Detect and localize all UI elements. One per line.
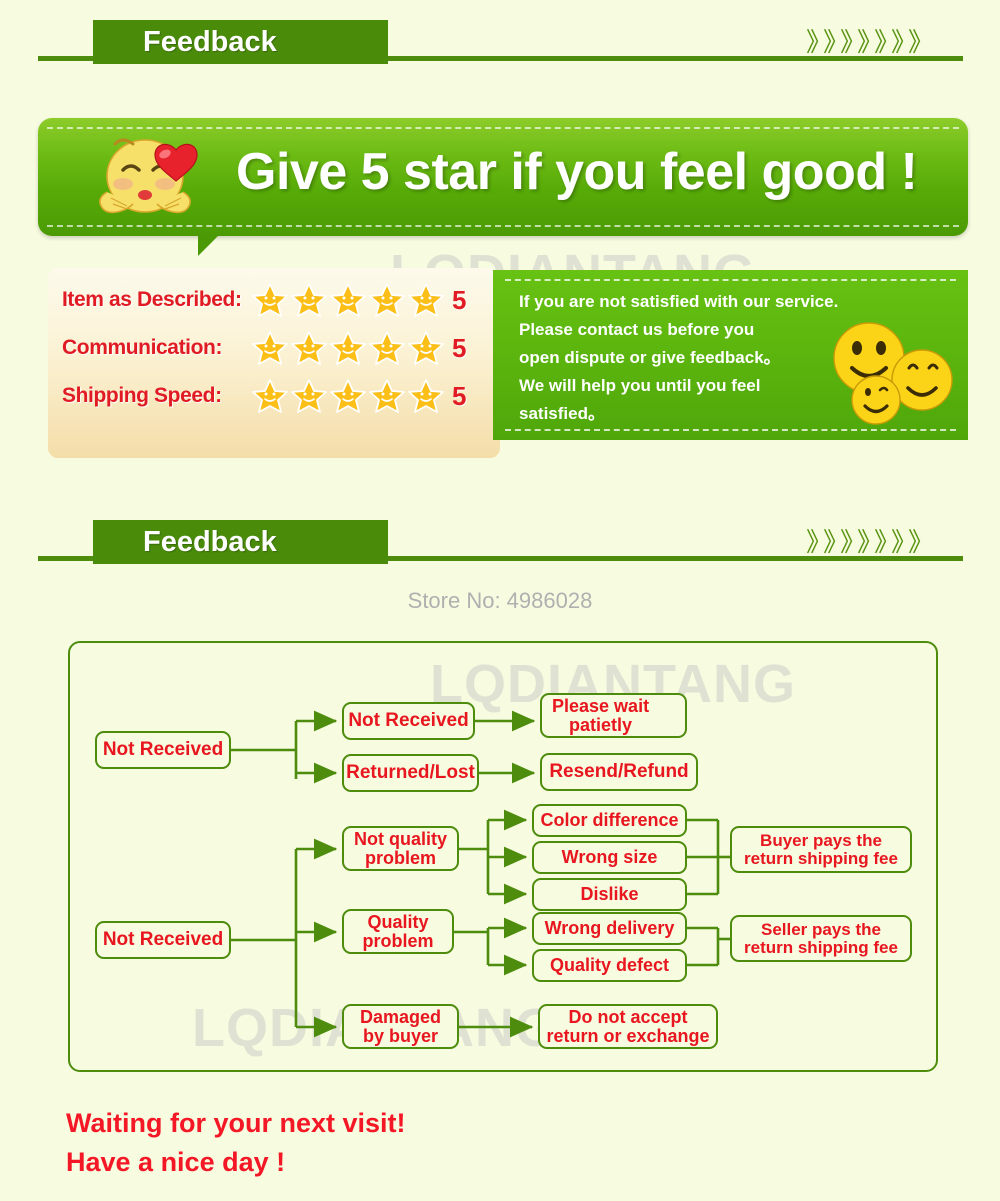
rating-score: 5 [452,380,467,411]
rating-row: Item as Described: 5 [62,276,492,324]
service-message-text: If you are not satisfied with our servic… [519,288,849,428]
flow-node: Returned/Lost [342,754,479,792]
smiling-star-icon [369,331,405,365]
feedback-tab-top[interactable]: Feedback [93,20,388,64]
flow-node: Not Received [95,731,231,769]
banner-speech-tail [198,234,220,256]
feedback-page: LQDIANTANG LQDIANTANG LQDIANTANG Feedbac… [0,0,1000,1201]
service-line: Please contact us before you [519,320,755,339]
banner-headline: Give 5 star if you feel good ! [236,143,918,201]
feedback-header-bottom: Feedback 》》》》》》》 [0,500,1000,564]
return-policy-flowchart: Not Received Not Received Returned/Lost … [68,641,938,1072]
three-smiley-faces-icon [833,322,953,425]
smiling-star-icon [330,331,366,365]
service-line: We will help you until you feel [519,376,761,395]
feedback-tab-label: Feedback [143,525,277,558]
service-line: open dispute or give feedback。 [519,348,781,367]
smiling-star-icon [252,379,288,413]
smiling-star-icon [408,283,444,317]
star-rating [252,378,444,414]
service-line: If you are not satisfied with our servic… [519,292,839,311]
flow-node: Buyer pays the return shipping fee [730,826,912,873]
rating-score: 5 [452,284,467,315]
smiling-star-icon [252,331,288,365]
smiling-star-icon [291,379,327,413]
flow-node: Wrong size [532,841,687,874]
rating-summary-panel: Item as Described: 5 Communication: 5 Sh… [48,268,500,458]
flow-node: Not Received [95,921,231,959]
smiling-star-icon [252,283,288,317]
star-rating [252,330,444,366]
feedback-header-top: Feedback 》》》》》》》 [0,0,1000,64]
closing-line-1: Waiting for your next visit! [66,1108,406,1138]
flow-node: Seller pays the return shipping fee [730,915,912,962]
closing-message: Waiting for your next visit! Have a nice… [66,1104,406,1182]
flow-node: Damaged by buyer [342,1004,459,1049]
rating-row: Shipping Speed: 5 [62,372,492,420]
flow-node: Wrong delivery [532,912,687,945]
flow-node: Please wait patietly [540,693,687,738]
star-rating [252,282,444,318]
closing-line-2: Have a nice day ! [66,1147,286,1177]
give-5-star-banner: Give 5 star if you feel good ! [38,118,968,236]
smiling-star-icon [369,379,405,413]
smiling-star-icon [330,379,366,413]
chevron-decoration-top: 》》》》》》》 [805,27,938,57]
rating-label: Item as Described: [62,288,242,311]
smiling-star-icon [291,331,327,365]
service-line: satisfied。 [519,404,605,423]
smiling-star-icon [330,283,366,317]
rating-label: Communication: [62,336,223,359]
feedback-tab-bottom[interactable]: Feedback [93,520,388,564]
smiling-star-icon [408,331,444,365]
flow-node: Color difference [532,804,687,837]
rating-row: Communication: 5 [62,324,492,372]
flow-node: Not quality problem [342,826,459,871]
smiling-star-icon [408,379,444,413]
flow-node: Quality defect [532,949,687,982]
kissing-chick-with-heart-icon [99,138,198,214]
chevron-decoration-bottom: 》》》》》》》 [805,527,938,557]
flow-node: Resend/Refund [540,753,698,791]
smiling-star-icon [291,283,327,317]
smiling-star-icon [369,283,405,317]
flow-node: Dislike [532,878,687,911]
flow-node: Quality problem [342,909,454,954]
flow-node: Do not accept return or exchange [538,1004,718,1049]
store-number: Store No: 4986028 [407,588,593,613]
rating-label: Shipping Speed: [62,384,222,407]
feedback-tab-label: Feedback [143,25,277,58]
service-message-box: If you are not satisfied with our servic… [493,270,968,440]
rating-score: 5 [452,332,467,363]
flow-node: Not Received [342,702,475,740]
